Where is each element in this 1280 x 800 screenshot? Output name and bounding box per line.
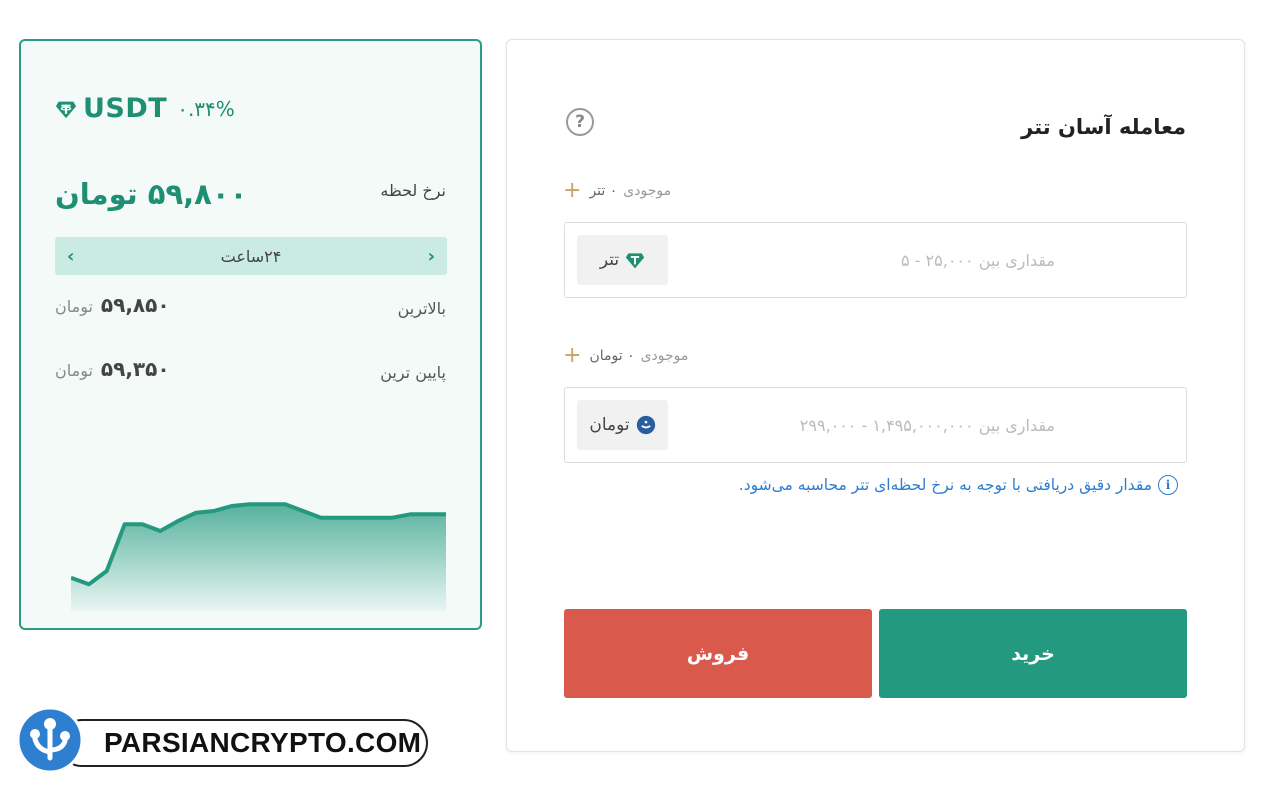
- usdt-balance-value: ٠ تتر: [589, 182, 618, 199]
- low-label: پایین ترین: [380, 363, 446, 382]
- range-next-button[interactable]: ›: [428, 246, 435, 267]
- symbol: USDT: [83, 93, 168, 124]
- range-prev-button[interactable]: ‹: [67, 246, 74, 267]
- info-text: مقدار دقیق دریافتی با توجه به نرخ لحظه‌ا…: [738, 476, 1152, 494]
- sell-button[interactable]: فروش: [564, 609, 872, 698]
- deposit-usdt-plus-icon[interactable]: +: [563, 178, 581, 203]
- watermark: PARSIANCRYPTO.COM: [16, 706, 430, 774]
- watermark-pill: PARSIANCRYPTO.COM: [58, 719, 428, 767]
- watermark-text: PARSIANCRYPTO.COM: [104, 727, 422, 758]
- usdt-amount-input[interactable]: [675, 235, 1165, 285]
- usdt-amount-field: تتر: [564, 222, 1187, 298]
- toman-unit-badge: تومان: [577, 400, 668, 450]
- high-value: ۵۹,۸۵۰ تومان: [55, 293, 170, 317]
- low-value: ۵۹,۳۵۰ تومان: [55, 357, 170, 381]
- rate-value: ۵۹,۸۰۰ تومان: [55, 177, 248, 211]
- buy-button[interactable]: خرید: [879, 609, 1187, 698]
- usdt-balance: موجودی ٠ تتر +: [563, 178, 671, 203]
- toman-amount-field: تومان: [564, 387, 1187, 463]
- sparkline-area: [71, 504, 446, 611]
- trade-title: معامله آسان تتر: [1021, 115, 1186, 139]
- toman-balance: موجودی ٠ تومان +: [563, 343, 688, 368]
- change-percent: ٠.٣۴%: [177, 96, 235, 121]
- high-number: ۵۹,۸۵۰: [100, 293, 170, 317]
- range-label: ۲۴ساعت: [220, 246, 282, 266]
- deposit-toman-plus-icon[interactable]: +: [563, 343, 581, 368]
- price-sparkline: [71, 502, 446, 611]
- info-note: i مقدار دقیق دریافتی با توجه به نرخ لحظه…: [739, 475, 1178, 495]
- range-selector: ‹ ۲۴ساعت ›: [55, 237, 447, 275]
- usdt-balance-label: موجودی: [623, 182, 672, 199]
- toman-coin-icon: [636, 415, 655, 435]
- toman-balance-value: ٠ تومان: [589, 347, 635, 364]
- low-number: ۵۹,۳۵۰: [100, 357, 170, 381]
- high-label: بالاترین: [397, 299, 446, 318]
- toman-amount-input[interactable]: [675, 400, 1165, 450]
- toman-unit-label: تومان: [589, 415, 630, 435]
- usdt-unit-label: تتر: [599, 250, 620, 270]
- tether-icon: [55, 101, 77, 118]
- info-icon: i: [1158, 475, 1178, 495]
- help-icon[interactable]: ?: [566, 108, 594, 136]
- tether-icon: [625, 253, 645, 269]
- trade-card: معامله آسان تتر ? موجودی ٠ تتر + تتر موج…: [506, 39, 1245, 752]
- price-card: USDT ٠.٣۴% نرخ لحظه ۵۹,۸۰۰ تومان ‹ ۲۴ساع…: [19, 39, 482, 630]
- low-unit: تومان: [55, 361, 93, 380]
- price-card-header: USDT ٠.٣۴%: [55, 93, 235, 124]
- usdt-unit-badge: تتر: [577, 235, 668, 285]
- high-unit: تومان: [55, 297, 93, 316]
- toman-balance-label: موجودی: [640, 347, 689, 364]
- rate-label: نرخ لحظه: [380, 181, 446, 200]
- parsiancrypto-logo-icon: [16, 706, 84, 774]
